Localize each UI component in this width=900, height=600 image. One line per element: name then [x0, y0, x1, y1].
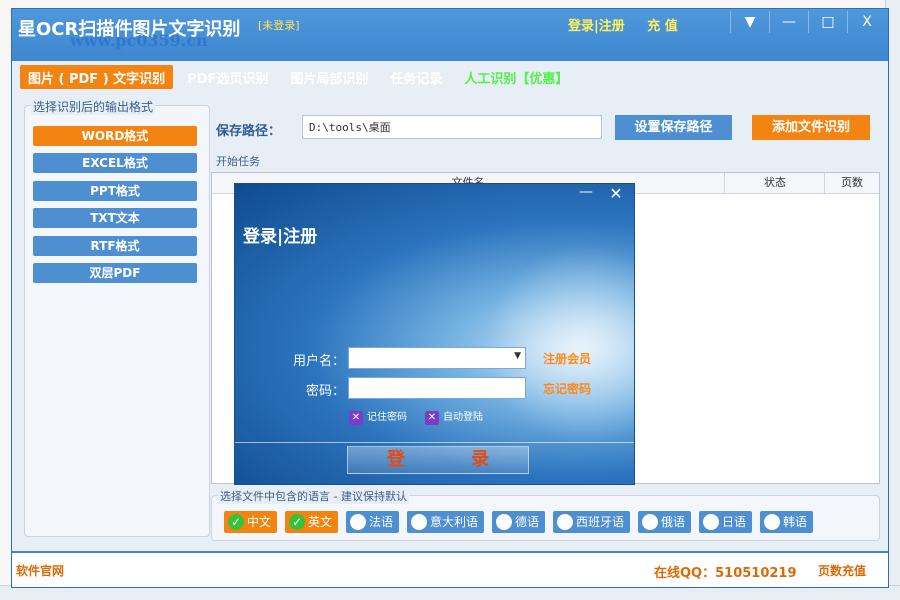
format-word-button[interactable]: WORD格式 — [33, 126, 197, 146]
output-format-panel: 选择识别后的输出格式 WORD格式 EXCEL格式 PPT格式 TXT文本 RT… — [24, 98, 210, 537]
dialog-title: 登录|注册 — [243, 227, 318, 247]
title-bar[interactable]: 星OCR扫描件图片文字识别 [未登录] www.pc0359.cn 登录|注册 … — [12, 9, 888, 61]
auto-login-label: 自动登陆 — [443, 412, 483, 423]
main-tabs: 图片 ( PDF ) 文字识别 PDF选页识别 图片局部识别 任务记录 人工识别… — [20, 65, 582, 89]
radio-off-icon — [642, 514, 658, 530]
lang-label: 中文 — [247, 515, 272, 529]
username-label: 用户名： — [292, 354, 345, 369]
watermark-text: www.pc0359.cn — [70, 31, 208, 50]
checkmark-icon: ✓ — [228, 514, 244, 530]
language-panel: 选择文件中包含的语言 - 建议保持默认 ✓ 中文 ✓ 英文 法语 意大利语 德语 西… — [211, 488, 880, 541]
recharge-link[interactable]: 充 值 — [647, 19, 678, 34]
output-format-title: 选择识别后的输出格式 — [31, 98, 156, 115]
tab-partial-image[interactable]: 图片局部识别 — [282, 65, 376, 89]
close-icon[interactable]: X — [847, 11, 886, 33]
checkbox-x-icon: ✕ — [349, 411, 363, 425]
lang-label: 日语 — [722, 515, 747, 529]
lang-english-button[interactable]: ✓ 英文 — [285, 511, 339, 533]
radio-off-icon — [557, 514, 573, 530]
radio-off-icon — [496, 514, 512, 530]
password-input[interactable] — [348, 377, 526, 399]
top-links: 登录|注册 充 值 — [568, 15, 696, 34]
checkbox-x-icon: ✕ — [425, 411, 439, 425]
page-recharge-link[interactable]: 页数充值 — [818, 562, 866, 579]
login-register-link[interactable]: 登录|注册 — [568, 19, 625, 34]
official-site-link[interactable]: 软件官网 — [16, 562, 64, 579]
login-button[interactable]: 登 录 — [347, 446, 529, 474]
format-ppt-button[interactable]: PPT格式 — [33, 181, 197, 201]
lang-german-button[interactable]: 德语 — [492, 511, 546, 533]
lang-label: 英文 — [308, 515, 333, 529]
lang-label: 俄语 — [661, 515, 686, 529]
lang-russian-button[interactable]: 俄语 — [638, 511, 692, 533]
login-dialog: 登录|注册 — ✕ 用户名： ▼ 注册会员 密码： 忘记密码 ✕ 记住密码 ✕ 自动… — [234, 183, 635, 485]
lang-label: 意大利语 — [430, 515, 479, 529]
light-flare — [485, 244, 634, 444]
remember-password-label: 记住密码 — [367, 412, 407, 423]
lang-label: 法语 — [369, 515, 394, 529]
checkmark-icon: ✓ — [289, 514, 305, 530]
dialog-close-icon[interactable]: ✕ — [607, 184, 625, 203]
set-save-path-button[interactable]: 设置保存路径 — [615, 115, 732, 140]
auto-login-checkbox[interactable]: ✕ 自动登陆 — [425, 408, 483, 425]
radio-off-icon — [411, 514, 427, 530]
column-pages[interactable]: 页数 — [824, 173, 879, 193]
language-panel-title: 选择文件中包含的语言 - 建议保持默认 — [218, 488, 409, 504]
column-status[interactable]: 状态 — [724, 173, 825, 193]
dialog-divider — [235, 442, 634, 443]
tab-manual-ocr[interactable]: 人工识别【优惠】 — [456, 65, 576, 89]
lang-label: 西班牙语 — [576, 515, 625, 529]
lang-spanish-button[interactable]: 西班牙语 — [553, 511, 631, 533]
maximize-icon[interactable]: □ — [808, 11, 847, 33]
save-path-input[interactable]: D:\tools\桌面 — [302, 115, 602, 139]
chevron-down-icon[interactable]: ▼ — [514, 351, 521, 361]
lang-french-button[interactable]: 法语 — [346, 511, 400, 533]
format-txt-button[interactable]: TXT文本 — [33, 208, 197, 228]
format-rtf-button[interactable]: RTF格式 — [33, 236, 197, 256]
forgot-password-link[interactable]: 忘记密码 — [543, 380, 591, 397]
lang-chinese-button[interactable]: ✓ 中文 — [224, 511, 278, 533]
remember-password-checkbox[interactable]: ✕ 记住密码 — [349, 408, 407, 425]
radio-off-icon — [703, 514, 719, 530]
tab-task-records[interactable]: 任务记录 — [382, 65, 450, 89]
login-status: [未登录] — [258, 19, 300, 32]
lang-label: 德语 — [515, 515, 540, 529]
format-dual-pdf-button[interactable]: 双层PDF — [33, 263, 197, 283]
lang-label: 韩语 — [783, 515, 808, 529]
password-label: 密码： — [305, 384, 345, 399]
start-task-label: 开始任务 — [216, 155, 260, 168]
lang-japanese-button[interactable]: 日语 — [699, 511, 753, 533]
register-member-link[interactable]: 注册会员 — [543, 350, 591, 367]
minimize-icon[interactable]: — — [769, 11, 808, 33]
radio-off-icon — [350, 514, 366, 530]
status-footer: 软件官网 在线QQ：510510219 页数充值 — [12, 551, 888, 587]
tab-pdf-page-select[interactable]: PDF选页识别 — [179, 65, 276, 89]
tab-image-pdf-ocr[interactable]: 图片 ( PDF ) 文字识别 — [20, 65, 174, 89]
dropdown-menu-icon[interactable]: ▼ — [730, 11, 769, 33]
add-file-button[interactable]: 添加文件识别 — [752, 115, 870, 140]
username-input[interactable]: ▼ — [348, 347, 526, 369]
radio-off-icon — [764, 514, 780, 530]
dialog-minimize-icon[interactable]: — — [577, 184, 595, 202]
online-qq-text[interactable]: 在线QQ：510510219 — [654, 562, 797, 581]
lang-korean-button[interactable]: 韩语 — [760, 511, 814, 533]
save-path-label: 保存路径： — [216, 124, 282, 139]
format-excel-button[interactable]: EXCEL格式 — [33, 153, 197, 173]
lang-italian-button[interactable]: 意大利语 — [407, 511, 485, 533]
